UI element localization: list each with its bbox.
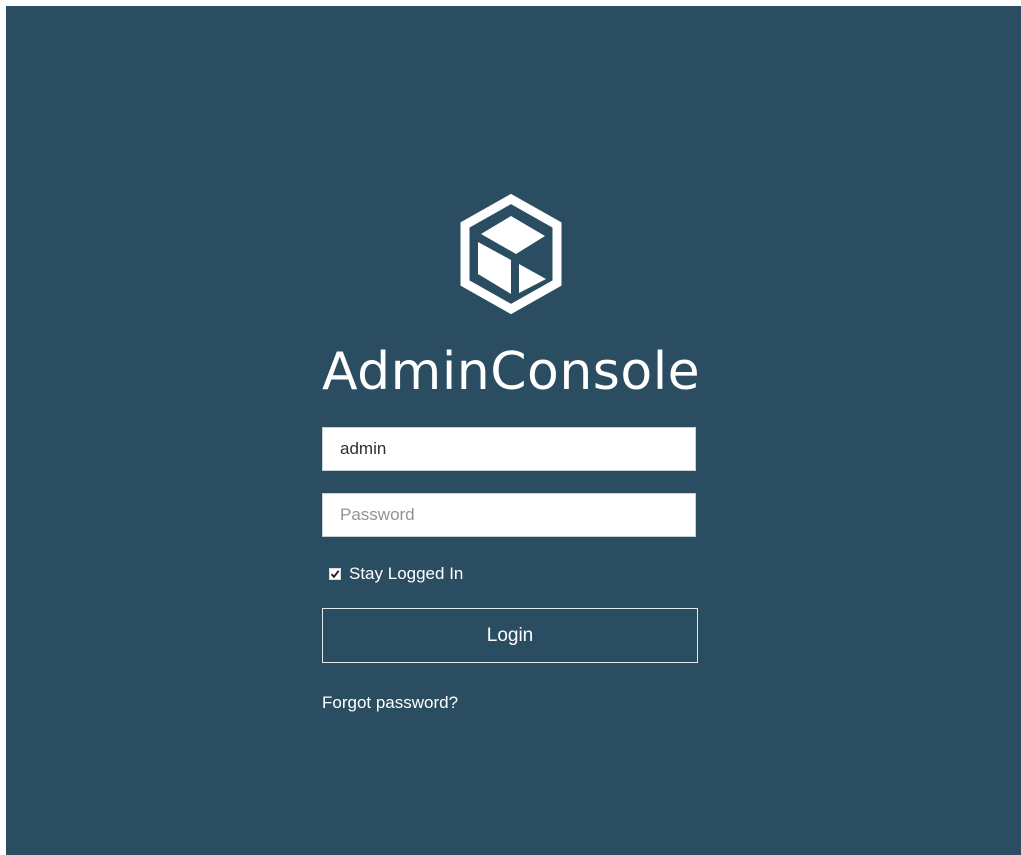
password-input[interactable] [322,493,696,537]
forgot-password-link[interactable]: Forgot password? [322,692,458,714]
stay-logged-in-checkbox[interactable] [329,568,341,580]
login-screen: AdminConsole Stay Logged In Login Forgot… [6,6,1021,855]
cube-hexagon-icon [456,194,566,314]
app-title: AdminConsole [322,342,701,402]
login-button[interactable]: Login [322,608,698,663]
stay-logged-in-label: Stay Logged In [349,564,464,583]
stay-logged-in-option[interactable]: Stay Logged In [329,563,463,585]
checkmark-icon [330,570,340,579]
username-input[interactable] [322,427,696,471]
